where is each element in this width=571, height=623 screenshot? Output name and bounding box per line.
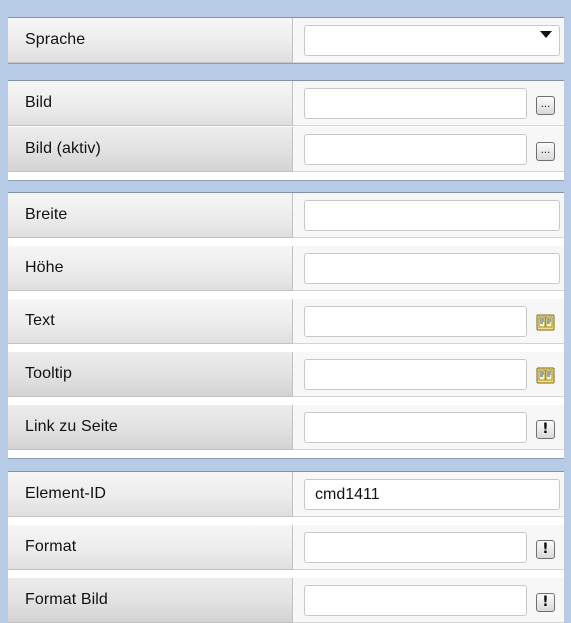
bild-aktiv-input[interactable] <box>304 134 527 165</box>
row-sprache: Sprache <box>8 18 564 63</box>
row-bild-aktiv: Bild (aktiv) ... <box>8 127 564 172</box>
row-text: Text <box>8 299 564 344</box>
label-bild: Bild <box>8 81 293 126</box>
value-cell-bild-aktiv: ... <box>293 127 564 172</box>
link-zu-seite-button[interactable]: ! <box>536 420 555 439</box>
label-sprache: Sprache <box>8 18 293 63</box>
value-cell-breite <box>293 193 564 238</box>
layout-group: Breite Höhe Text Tooltip Link zu Seite ! <box>8 192 564 459</box>
row-element-id: Element-ID cmd1411 <box>8 472 564 517</box>
label-breite: Breite <box>8 193 293 238</box>
row-format-bild: Format Bild ! <box>8 578 564 623</box>
text-input[interactable] <box>304 306 527 337</box>
value-cell-bild: ... <box>293 81 564 126</box>
value-cell-sprache <box>293 18 564 63</box>
image-group: Bild ... Bild (aktiv) ... <box>8 80 564 181</box>
language-group: Sprache <box>8 17 564 64</box>
bild-input[interactable] <box>304 88 527 119</box>
value-cell-format: ! <box>293 525 564 570</box>
label-format: Format <box>8 525 293 570</box>
row-format: Format ! <box>8 525 564 570</box>
dropdown-arrow-icon[interactable] <box>540 31 552 38</box>
label-link-zu-seite: Link zu Seite <box>8 405 293 450</box>
hoehe-input[interactable] <box>304 253 560 284</box>
value-cell-tooltip <box>293 352 564 397</box>
exclamation-icon: ! <box>542 421 549 437</box>
exclamation-icon: ! <box>542 541 549 557</box>
label-tooltip: Tooltip <box>8 352 293 397</box>
value-cell-element-id: cmd1411 <box>293 472 564 517</box>
row-tooltip: Tooltip <box>8 352 564 397</box>
value-cell-link-zu-seite: ! <box>293 405 564 450</box>
value-cell-text <box>293 299 564 344</box>
exclamation-icon: ! <box>542 594 549 610</box>
label-element-id: Element-ID <box>8 472 293 517</box>
bild-aktiv-browse-button[interactable]: ... <box>536 142 555 161</box>
label-text: Text <box>8 299 293 344</box>
label-hoehe: Höhe <box>8 246 293 291</box>
value-cell-hoehe <box>293 246 564 291</box>
label-format-bild: Format Bild <box>8 578 293 623</box>
browse-dots-icon: ... <box>540 99 551 110</box>
row-hoehe: Höhe <box>8 246 564 291</box>
tooltip-input[interactable] <box>304 359 527 390</box>
element-id-input[interactable]: cmd1411 <box>304 479 560 510</box>
label-bild-aktiv: Bild (aktiv) <box>8 127 293 172</box>
breite-input[interactable] <box>304 200 560 231</box>
format-button[interactable]: ! <box>536 540 555 559</box>
row-link-zu-seite: Link zu Seite ! <box>8 405 564 450</box>
book-icon[interactable] <box>535 365 556 386</box>
book-icon[interactable] <box>535 312 556 333</box>
value-cell-format-bild: ! <box>293 578 564 623</box>
format-input[interactable] <box>304 532 527 563</box>
row-bild: Bild ... <box>8 81 564 126</box>
sprache-dropdown[interactable] <box>304 25 560 56</box>
bild-browse-button[interactable]: ... <box>536 96 555 115</box>
format-bild-button[interactable]: ! <box>536 593 555 612</box>
element-group: Element-ID cmd1411 Format ! Format Bild … <box>8 471 564 623</box>
link-zu-seite-input[interactable] <box>304 412 527 443</box>
row-breite: Breite <box>8 193 564 238</box>
format-bild-input[interactable] <box>304 585 527 616</box>
browse-dots-icon: ... <box>540 145 551 156</box>
